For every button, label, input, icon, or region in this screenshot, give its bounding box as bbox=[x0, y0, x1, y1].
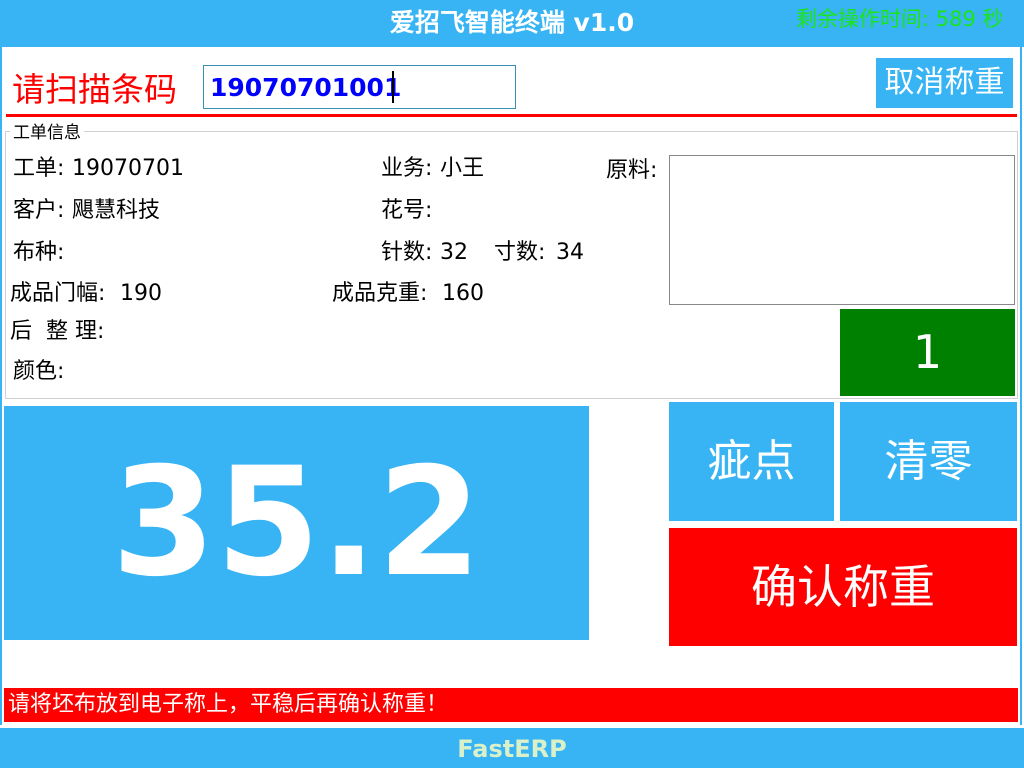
inch-value: 34 bbox=[556, 240, 584, 265]
fabric-label: 布种: bbox=[13, 240, 65, 265]
cancel-weighing-button[interactable]: 取消称重 bbox=[876, 58, 1013, 108]
count-display: 1 bbox=[840, 309, 1015, 396]
order-value: 19070701 bbox=[72, 156, 184, 181]
status-message: 请将坯布放到电子称上，平稳后再确认称重！ bbox=[4, 688, 1018, 722]
order-label: 工单: bbox=[13, 156, 65, 181]
material-label: 原料: bbox=[606, 158, 658, 183]
zero-button[interactable]: 清零 bbox=[840, 402, 1017, 521]
finished-gsm-label: 成品克重: bbox=[332, 281, 428, 306]
sales-label: 业务: bbox=[381, 156, 433, 181]
needles-label: 针数: bbox=[381, 240, 433, 265]
weight-display: 35.2 bbox=[4, 406, 589, 640]
remaining-time-label: 剩余操作时间: 589 秒 bbox=[796, 7, 1004, 31]
scan-barcode-label: 请扫描条码 bbox=[12, 70, 177, 109]
finishing-label: 后 整 理: bbox=[10, 319, 105, 344]
customer-label: 客户: bbox=[13, 198, 65, 223]
blemish-button[interactable]: 疵点 bbox=[669, 402, 834, 521]
header-divider bbox=[6, 114, 1017, 117]
customer-value: 飓慧科技 bbox=[72, 198, 161, 223]
finished-width-label: 成品门幅: bbox=[10, 281, 106, 306]
needles-value: 32 bbox=[440, 240, 468, 265]
pattern-label: 花号: bbox=[381, 198, 433, 223]
finished-width-value: 190 bbox=[120, 281, 162, 306]
barcode-input[interactable] bbox=[203, 65, 516, 109]
text-caret bbox=[392, 71, 394, 103]
inch-label: 寸数: bbox=[494, 240, 546, 265]
color-label: 颜色: bbox=[13, 359, 65, 384]
material-textbox[interactable] bbox=[669, 155, 1015, 305]
footer-brand: FastERP bbox=[457, 735, 567, 763]
confirm-weighing-button[interactable]: 确认称重 bbox=[669, 528, 1017, 646]
finished-gsm-value: 160 bbox=[442, 281, 484, 306]
sales-value: 小王 bbox=[440, 156, 485, 181]
work-order-group-title: 工单信息 bbox=[10, 122, 84, 144]
